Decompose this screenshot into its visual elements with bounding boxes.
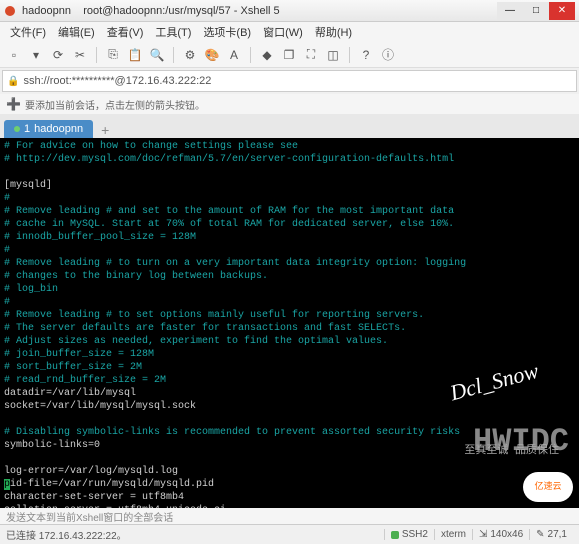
help-icon[interactable]: ? xyxy=(358,47,374,63)
menu-tab[interactable]: 选项卡(B) xyxy=(197,24,257,40)
status-term: xterm xyxy=(434,529,472,540)
menu-file[interactable]: 文件(F) xyxy=(4,24,52,40)
window-title: hadoopnn root@hadoopnn:/usr/mysql/57 - X… xyxy=(22,5,497,17)
statusbar: 已连接 172.16.43.222:22。 SSH2 xterm ⇲ 140x4… xyxy=(0,524,579,544)
broadcast-hint: 发送文本到当前Xshell窗口的全部会话 xyxy=(0,508,579,524)
session-tab[interactable]: 1 hadoopnn xyxy=(4,120,93,138)
transparent-icon[interactable]: ◫ xyxy=(325,47,341,63)
tool2-icon[interactable]: ❐ xyxy=(281,47,297,63)
new-session-icon[interactable]: ▫ xyxy=(6,47,22,63)
hint-text: 要添加当前会话，点击左侧的箭头按钮。 xyxy=(25,97,205,112)
addressbar[interactable]: 🔒 ssh://root:**********@172.16.43.222:22 xyxy=(2,70,577,92)
menu-help[interactable]: 帮助(H) xyxy=(309,24,358,40)
app-icon xyxy=(4,4,18,18)
add-tab-button[interactable]: + xyxy=(97,122,113,138)
disconnect-icon[interactable]: ✂ xyxy=(72,47,88,63)
address-text: ssh://root:**********@172.16.43.222:22 xyxy=(23,75,211,87)
window-controls: — □ ✕ xyxy=(497,2,575,20)
fullscreen-icon[interactable]: ⛶ xyxy=(303,47,319,63)
watermark-signature: Dcl_Snow xyxy=(448,364,539,400)
watermark-brand: HWIDC xyxy=(473,435,569,448)
hint-row: ➕ 要添加当前会话，点击左侧的箭头按钮。 xyxy=(0,94,579,114)
tool1-icon[interactable]: ◆ xyxy=(259,47,275,63)
paste-icon[interactable]: 📋 xyxy=(127,47,143,63)
open-icon[interactable]: ▾ xyxy=(28,47,44,63)
lock-icon: 🔒 xyxy=(7,76,19,87)
tabbar: 1 hadoopnn + xyxy=(0,114,579,138)
find-icon[interactable]: 🔍 xyxy=(149,47,165,63)
copy-icon[interactable]: ⎘ xyxy=(105,47,121,63)
watermark-slogan: 至真至诚 品质保住 xyxy=(464,445,559,458)
status-dot-icon xyxy=(14,126,20,132)
close-button[interactable]: ✕ xyxy=(549,2,575,20)
menu-edit[interactable]: 编辑(E) xyxy=(52,24,101,40)
cloud-logo: 亿速云 xyxy=(523,472,573,502)
status-connection: 已连接 172.16.43.222:22。 xyxy=(6,527,384,542)
status-size: ⇲ 140x46 xyxy=(472,529,529,540)
menu-view[interactable]: 查看(V) xyxy=(101,24,150,40)
menubar: 文件(F) 编辑(E) 查看(V) 工具(T) 选项卡(B) 窗口(W) 帮助(… xyxy=(0,22,579,42)
terminal[interactable]: # For advice on how to change settings p… xyxy=(0,138,579,508)
props-icon[interactable]: ⚙ xyxy=(182,47,198,63)
color-icon[interactable]: 🎨 xyxy=(204,47,220,63)
add-session-icon[interactable]: ➕ xyxy=(6,97,21,111)
reconnect-icon[interactable]: ⟳ xyxy=(50,47,66,63)
menu-tools[interactable]: 工具(T) xyxy=(149,24,197,40)
menu-window[interactable]: 窗口(W) xyxy=(257,24,309,40)
toolbar: ▫ ▾ ⟳ ✂ ⎘ 📋 🔍 ⚙ 🎨 A ◆ ❐ ⛶ ◫ ? ⓘ xyxy=(0,42,579,68)
maximize-button[interactable]: □ xyxy=(523,2,549,20)
minimize-button[interactable]: — xyxy=(497,2,523,20)
about-icon[interactable]: ⓘ xyxy=(380,47,396,63)
status-ssh: SSH2 xyxy=(384,529,434,540)
status-pos: ✎ 27,1 xyxy=(529,529,573,540)
font-icon[interactable]: A xyxy=(226,47,242,63)
titlebar: hadoopnn root@hadoopnn:/usr/mysql/57 - X… xyxy=(0,0,579,22)
